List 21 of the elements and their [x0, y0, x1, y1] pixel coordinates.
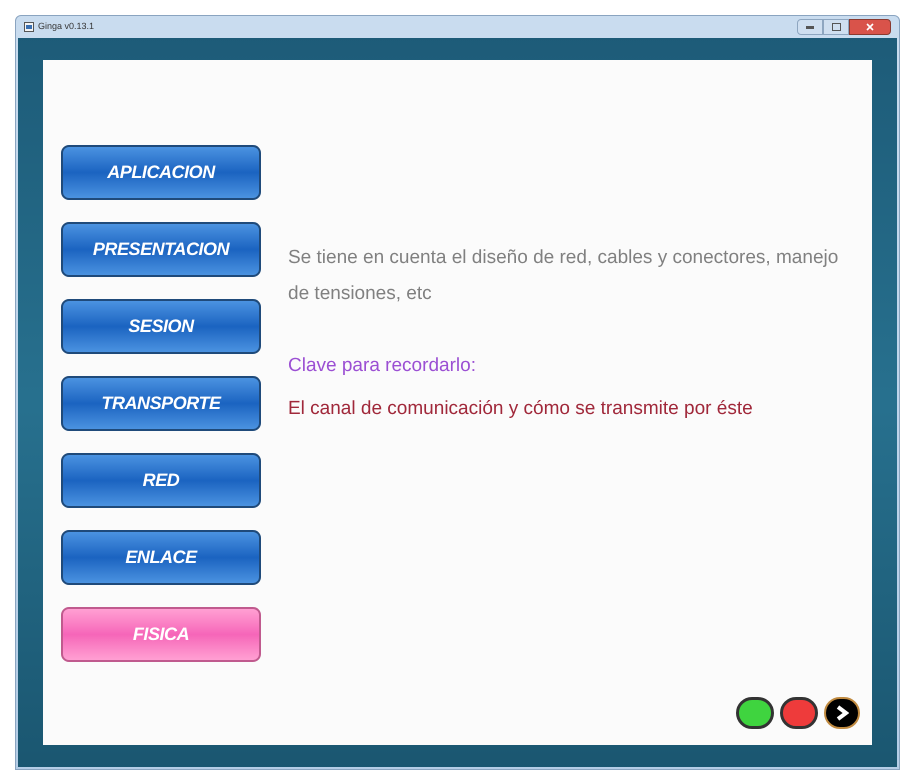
menu-button[interactable]: PRESENTACION	[61, 222, 261, 277]
close-button[interactable]	[849, 19, 891, 35]
menu-button[interactable]: TRANSPORTE	[61, 376, 261, 431]
key-label: Clave para recordarlo:	[288, 354, 477, 378]
app-icon	[24, 22, 34, 32]
menu-button[interactable]: ENLACE	[61, 530, 261, 585]
key-text: El canal de comunicación y cómo se transmite por éste	[288, 396, 754, 420]
description-text: Se tiene en cuenta el diseño de red, cables y conectores, manejo de tensiones, etc	[288, 246, 840, 306]
minimize-button[interactable]	[797, 19, 823, 35]
close-icon	[866, 23, 874, 31]
maximize-button[interactable]	[823, 19, 849, 35]
minimize-icon	[806, 26, 814, 28]
maximize-icon	[832, 23, 840, 31]
menu-button[interactable]: APLICACION	[61, 145, 261, 200]
round-button[interactable]	[780, 697, 818, 729]
menu-button[interactable]: SESION	[61, 299, 261, 354]
window-title: Ginga v0.13.1	[38, 20, 94, 34]
round-button[interactable]	[736, 697, 774, 729]
next-button[interactable]	[824, 697, 860, 729]
menu-button[interactable]: RED	[61, 453, 261, 508]
chevron-right-icon	[835, 705, 849, 721]
